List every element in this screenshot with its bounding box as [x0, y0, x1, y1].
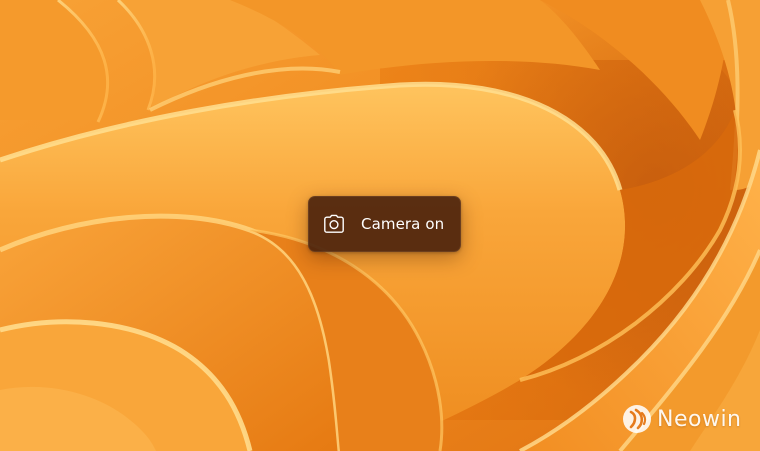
camera-status-label: Camera on [361, 215, 445, 233]
neowin-watermark: Neowin [622, 404, 742, 434]
neowin-watermark-text: Neowin [657, 406, 742, 432]
camera-status-flyout: Camera on [308, 196, 461, 252]
desktop-screen: Camera on Neowin [0, 0, 760, 451]
neowin-logo-icon [623, 405, 651, 433]
camera-icon [323, 213, 345, 235]
